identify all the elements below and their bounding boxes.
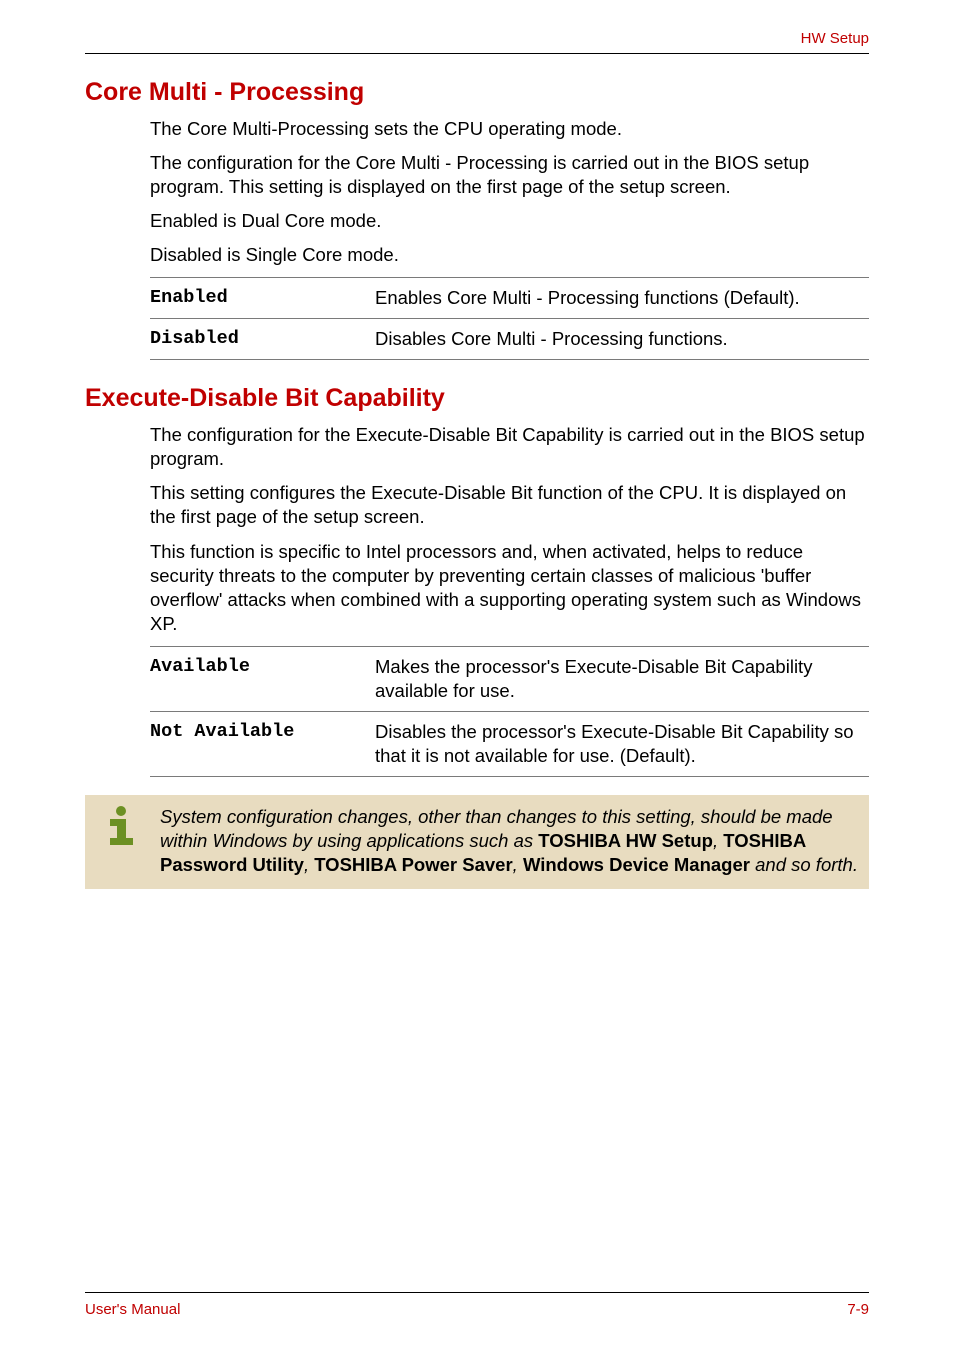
footer-right: 7-9 xyxy=(847,1301,869,1318)
footer-left: User's Manual xyxy=(85,1301,180,1318)
note-bold: TOSHIBA HW Setup xyxy=(538,830,713,851)
note-fragment: , xyxy=(513,854,523,875)
option-row: Not Available Disables the processor's E… xyxy=(150,711,869,776)
note-fragment: , xyxy=(713,830,723,851)
page-footer: User's Manual 7-9 xyxy=(85,1292,869,1318)
option-desc: Makes the processor's Execute-Disable Bi… xyxy=(375,646,869,711)
note-bold: TOSHIBA Power Saver xyxy=(314,854,512,875)
option-name: Disabled xyxy=(150,319,375,360)
note-bold: Windows Device Manager xyxy=(523,854,750,875)
info-icon xyxy=(85,795,160,850)
option-name: Not Available xyxy=(150,711,375,776)
body-paragraph: Disabled is Single Core mode. xyxy=(150,243,869,267)
option-desc: Disables Core Multi - Processing functio… xyxy=(375,319,869,360)
note-fragment: , xyxy=(304,854,314,875)
options-table-core-multi: Enabled Enables Core Multi - Processing … xyxy=(150,277,869,360)
header-section-label: HW Setup xyxy=(85,30,869,54)
body-paragraph: The Core Multi-Processing sets the CPU o… xyxy=(150,117,869,141)
note-text: System configuration changes, other than… xyxy=(160,795,869,889)
body-paragraph: This function is specific to Intel proce… xyxy=(150,540,869,636)
option-name: Enabled xyxy=(150,278,375,319)
option-row: Disabled Disables Core Multi - Processin… xyxy=(150,319,869,360)
note-fragment: and so forth. xyxy=(750,854,858,875)
option-row: Available Makes the processor's Execute-… xyxy=(150,646,869,711)
body-paragraph: Enabled is Dual Core mode. xyxy=(150,209,869,233)
body-paragraph: The configuration for the Execute-Disabl… xyxy=(150,423,869,471)
section-title-core-multi: Core Multi - Processing xyxy=(85,78,869,107)
body-paragraph: The configuration for the Core Multi - P… xyxy=(150,151,869,199)
option-desc: Enables Core Multi - Processing function… xyxy=(375,278,869,319)
options-table-execute-disable: Available Makes the processor's Execute-… xyxy=(150,646,869,777)
note-callout: System configuration changes, other than… xyxy=(85,795,869,889)
option-desc: Disables the processor's Execute-Disable… xyxy=(375,711,869,776)
body-paragraph: This setting configures the Execute-Disa… xyxy=(150,481,869,529)
option-row: Enabled Enables Core Multi - Processing … xyxy=(150,278,869,319)
option-name: Available xyxy=(150,646,375,711)
section-title-execute-disable: Execute-Disable Bit Capability xyxy=(85,384,869,413)
